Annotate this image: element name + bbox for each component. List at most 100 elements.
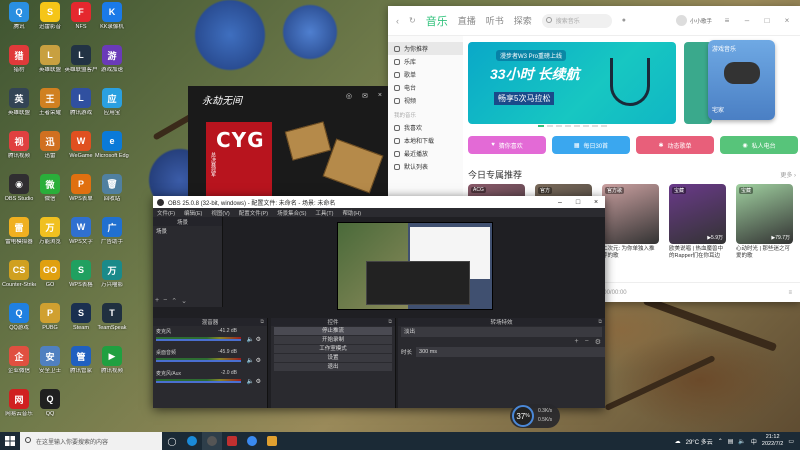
minimize-button[interactable]: –	[742, 16, 752, 25]
taskbar-app-files[interactable]	[262, 432, 282, 450]
remove-icon[interactable]: −	[585, 338, 589, 346]
desktop-icon[interactable]: 🗑 回收站	[95, 174, 129, 202]
close-button[interactable]: ×	[587, 199, 605, 206]
desktop-icon[interactable]: Q QQ游戏	[2, 303, 36, 331]
desktop-icon[interactable]: 王王者荣耀	[33, 88, 67, 116]
desktop-icon[interactable]: L 腾讯游戏	[64, 88, 98, 116]
taskbar-app-game[interactable]	[222, 432, 242, 450]
obs-preview-canvas[interactable]	[337, 222, 493, 310]
desktop-icon[interactable]: 网网易云音乐	[2, 389, 36, 417]
sidebar-item-default-list[interactable]: 默认列表	[388, 160, 463, 173]
studio-mode-button[interactable]: 工作室模式	[274, 345, 392, 353]
settings-button[interactable]: 设置	[274, 354, 392, 362]
taskbar-app-music[interactable]	[242, 432, 262, 450]
desktop-icon[interactable]: L 英雄联盟客户	[64, 45, 98, 73]
desktop-icon[interactable]: 微微信	[33, 174, 67, 202]
menu-edit[interactable]: 编辑(E)	[184, 209, 202, 217]
recommend-card-caption[interactable]: 欧美说唱 | 热血魔兽中的Rapper们在你耳边	[669, 246, 727, 260]
desktop-icon[interactable]: 迅迅雷	[33, 131, 67, 159]
gear-icon[interactable]: ⚙	[595, 338, 601, 346]
start-recording-button[interactable]: 开始录制	[274, 336, 392, 344]
quick-private-radio-button[interactable]: ◉ 私人电台	[720, 136, 798, 154]
stop-streaming-button[interactable]: 停止推流	[274, 327, 392, 335]
maximize-button[interactable]: □	[569, 199, 587, 206]
remove-icon[interactable]: −	[163, 297, 167, 305]
tab-explore[interactable]: 探索	[514, 14, 532, 27]
quick-dynamic-playlist-button[interactable]: ✱ 动态歌单	[636, 136, 714, 154]
desktop-icon[interactable]: 猎猎豹	[2, 45, 36, 73]
desktop-icon[interactable]: L 英雄联盟	[33, 45, 67, 73]
desktop-icon[interactable]: T TeamSpeak	[95, 303, 129, 331]
desktop-icon[interactable]: S Steam	[64, 303, 98, 331]
dock-float-icon[interactable]: ⧉	[598, 319, 602, 325]
desktop-icon[interactable]: e Microsoft Edge	[95, 131, 129, 159]
desktop-icon[interactable]: W WPS文字	[64, 217, 98, 245]
desktop-icon[interactable]: Q 腾讯	[2, 2, 36, 30]
menu-view[interactable]: 视图(V)	[211, 209, 229, 217]
speaker-icon[interactable]: 🔈	[246, 337, 253, 343]
scene-list-item[interactable]: 场景	[153, 226, 222, 235]
menu-tools[interactable]: 工具(T)	[315, 209, 333, 217]
recommend-card-caption[interactable]: 心动时光 | 那些迷之可爱的歌	[736, 246, 794, 260]
desktop-icon[interactable]: 游游戏加速	[95, 45, 129, 73]
dock-float-icon[interactable]: ⧉	[260, 319, 264, 325]
desktop-icon[interactable]: 应应用宝	[95, 88, 129, 116]
desktop-icon[interactable]: 万万能浏览	[33, 217, 67, 245]
recommend-card[interactable]: 官方歌	[602, 184, 659, 244]
maximize-button[interactable]: □	[762, 16, 772, 25]
desktop-icon[interactable]: 广广告助手	[95, 217, 129, 245]
sidebar-item-local[interactable]: 本地和下载	[388, 134, 463, 147]
recommend-card-caption[interactable]: 二次元: 为你单独入推荐的歌	[602, 246, 660, 260]
desktop-icon[interactable]: ▶ 腾讯视频	[95, 346, 129, 374]
bell-icon[interactable]: ◎	[346, 92, 352, 100]
mic-icon[interactable]: ●	[622, 17, 626, 24]
menu-scene-collection[interactable]: 场景集合(S)	[277, 209, 306, 217]
desktop-icon[interactable]: K KK录像机	[95, 2, 129, 30]
desktop-icon[interactable]: 安安全卫士	[33, 346, 67, 374]
quick-guess-like-button[interactable]: ♥ 猜你喜欢	[468, 136, 546, 154]
desktop-icon[interactable]: 雷雷电模拟器	[2, 217, 36, 245]
volume-slider[interactable]	[156, 339, 241, 341]
move-up-icon[interactable]: ⌃	[171, 297, 177, 305]
tab-audiobook[interactable]: 听书	[486, 14, 504, 27]
carousel-dots[interactable]	[538, 125, 607, 127]
user-area[interactable]: 小小歌手	[675, 15, 712, 26]
notification-icon[interactable]: ▭	[788, 438, 794, 445]
taskbar-app-edge[interactable]	[182, 432, 202, 450]
menu-profile[interactable]: 配置文件(P)	[239, 209, 268, 217]
desktop-icon[interactable]: GO GO	[33, 260, 67, 288]
tab-live[interactable]: 直播	[458, 14, 476, 27]
sidebar-item-playlists[interactable]: 歌单	[388, 68, 463, 81]
mail-icon[interactable]: ✉	[362, 92, 368, 100]
back-icon[interactable]: ‹	[396, 16, 399, 26]
music-search-input[interactable]: 搜索音乐	[541, 13, 612, 28]
desktop-icon[interactable]: W WeGame	[64, 131, 98, 159]
taskbar-app-obs[interactable]	[202, 432, 222, 450]
sidebar-item-recent[interactable]: 最近播放	[388, 147, 463, 160]
close-button[interactable]: ×	[782, 16, 792, 25]
desktop-icon[interactable]: ◉ OBS Studio	[2, 174, 36, 202]
recommend-more-link[interactable]: 更多 ›	[780, 170, 796, 179]
speaker-icon[interactable]: 🔈	[246, 379, 253, 385]
start-button[interactable]	[0, 432, 20, 450]
recommend-card[interactable]: 宝藏 ▶5.9万	[669, 184, 726, 244]
desktop-icon[interactable]: 管腾讯管家	[64, 346, 98, 374]
desktop-icon[interactable]: S WPS表格	[64, 260, 98, 288]
add-icon[interactable]: +	[155, 297, 159, 305]
add-icon[interactable]: +	[575, 338, 579, 346]
desktop-icon[interactable]: CS Counter-Strike	[2, 260, 36, 288]
desktop-icon[interactable]: 企企业微信	[2, 346, 36, 374]
volume-icon[interactable]: 🔈	[738, 438, 745, 445]
gear-icon[interactable]: ⚙	[254, 337, 261, 343]
desktop-icon[interactable]: S 迅雷影音	[33, 2, 67, 30]
gear-icon[interactable]: ⚙	[254, 379, 261, 385]
duration-input[interactable]: 300 ms	[416, 347, 605, 357]
sidebar-item-video[interactable]: 视频	[388, 94, 463, 107]
clock[interactable]: 21:12 2022/7/2	[762, 434, 783, 448]
desktop-icon[interactable]: 英英雄联盟	[2, 88, 36, 116]
desktop-icon[interactable]: 万万兴喵影	[95, 260, 129, 288]
volume-slider[interactable]	[156, 381, 241, 383]
move-down-icon[interactable]: ⌄	[181, 297, 187, 305]
sidebar-item-radio[interactable]: 电台	[388, 81, 463, 94]
dock-float-icon[interactable]: ⧉	[388, 319, 392, 325]
